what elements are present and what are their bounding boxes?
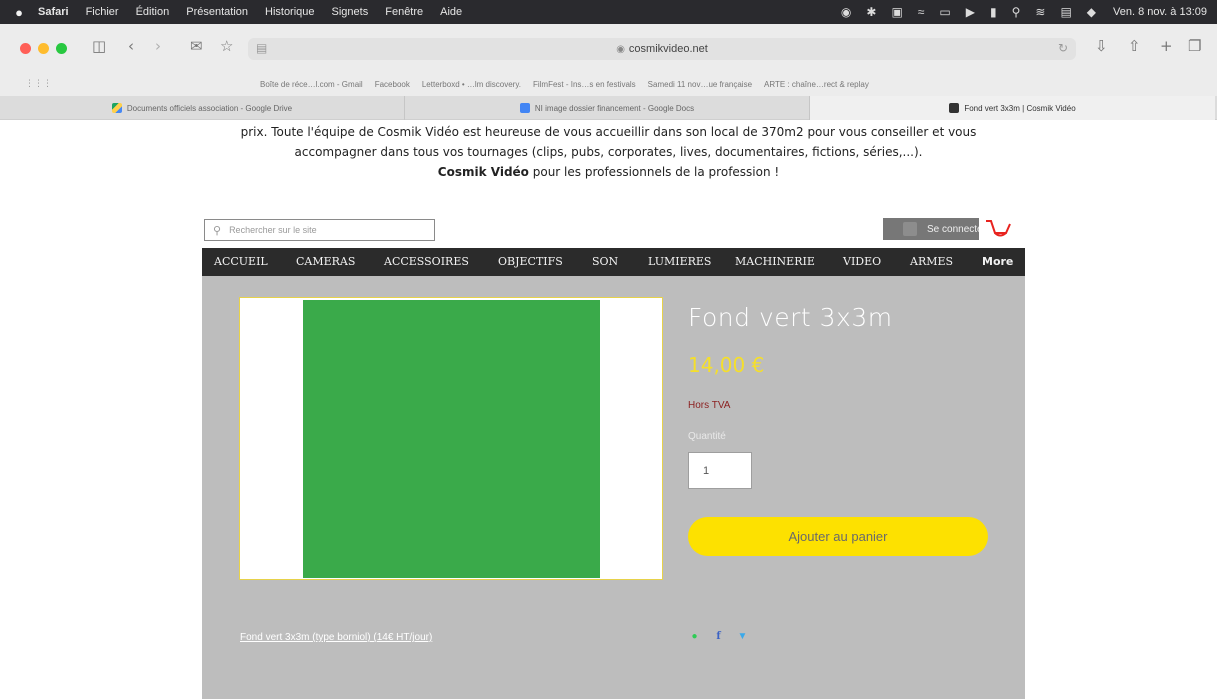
tab-overview-icon[interactable]: ❐ xyxy=(1188,37,1201,55)
search-icon: ⚲ xyxy=(213,223,222,237)
menu-fenetre[interactable]: Fenêtre xyxy=(385,6,423,18)
new-tab-icon[interactable]: + xyxy=(1160,37,1173,55)
nav-cameras[interactable]: CAMERAS xyxy=(296,255,355,268)
nav-objectifs[interactable]: OBJECTIFS xyxy=(498,255,563,268)
reload-icon[interactable]: ↻ xyxy=(1058,41,1068,55)
product-image[interactable] xyxy=(239,297,663,580)
google-drive-icon xyxy=(111,103,122,113)
menu-historique[interactable]: Historique xyxy=(265,6,315,18)
favorite-facebook[interactable]: Facebook xyxy=(375,80,410,89)
window-controls xyxy=(20,43,67,54)
green-screen-image xyxy=(303,300,600,578)
share-buttons: ● f ▼ xyxy=(688,630,749,643)
menu-signets[interactable]: Signets xyxy=(332,6,369,18)
menu-aide[interactable]: Aide xyxy=(440,6,462,18)
menu-presentation[interactable]: Présentation xyxy=(186,6,248,18)
favorites-bar: ⋮⋮⋮ Boîte de réce…l.com - Gmail Facebook… xyxy=(0,72,1217,96)
lock-icon: ◉ xyxy=(616,43,625,55)
zoom-window-button[interactable] xyxy=(56,43,67,54)
tax-note: Hors TVA xyxy=(688,400,731,411)
favorite-filmfest[interactable]: FilmFest - Ins…s en festivals xyxy=(533,80,636,89)
download-icon[interactable]: ⇩ xyxy=(1095,37,1108,55)
star-icon[interactable]: ☆ xyxy=(220,37,233,55)
intro-line-1: prix. Toute l'équipe de Cosmik Vidéo est… xyxy=(240,125,977,139)
intro-line-2: accompagner dans tous vos tournages (cli… xyxy=(294,145,923,159)
avatar xyxy=(903,222,917,236)
whatsapp-icon[interactable]: ● xyxy=(688,630,701,643)
forward-icon[interactable]: › xyxy=(155,37,161,55)
tab-cosmik-active[interactable]: Fond vert 3x3m | Cosmik Vidéo xyxy=(810,96,1215,120)
sidebar-icon[interactable]: ◫ xyxy=(92,37,106,55)
product-description-link[interactable]: Fond vert 3x3m (type borniol) (14€ HT/jo… xyxy=(240,632,432,643)
product-price: 14,00 € xyxy=(688,353,765,377)
spotlight-search-icon[interactable]: ⚲ xyxy=(1012,5,1021,19)
intro-line-3: Cosmik Vidéo pour les professionnels de … xyxy=(150,162,1067,182)
intro-text: prix. Toute l'équipe de Cosmik Vidéo est… xyxy=(150,122,1067,182)
nav-machinerie[interactable]: MACHINERIE xyxy=(735,255,815,268)
product-title: Fond vert 3x3m xyxy=(688,303,893,332)
nav-lumieres[interactable]: LUMIERES xyxy=(648,255,711,268)
nav-accessoires[interactable]: ACCESSOIRES xyxy=(384,255,469,268)
display-icon[interactable]: ▭ xyxy=(939,5,950,19)
search-placeholder: Rechercher sur le site xyxy=(229,225,317,235)
url-text: cosmikvideo.net xyxy=(628,43,708,55)
main-nav: ACCUEIL CAMERAS ACCESSOIRES OBJECTIFS SO… xyxy=(202,248,1025,276)
tab-title: NI image dossier financement - Google Do… xyxy=(534,103,695,113)
twitter-icon[interactable]: ▼ xyxy=(736,630,749,643)
back-icon[interactable]: ‹ xyxy=(128,37,134,55)
intro-line-3-rest: pour les professionnels de la profession… xyxy=(528,165,780,179)
menu-edition[interactable]: Édition xyxy=(136,6,170,18)
wifi-icon[interactable]: ≋ xyxy=(1035,5,1045,19)
app-status-icon-2[interactable]: ✱ xyxy=(866,5,876,19)
mail-icon[interactable]: ✉ xyxy=(190,37,203,55)
app-status-icon-3[interactable]: ▣ xyxy=(891,5,902,19)
app-status-icon[interactable]: ◉ xyxy=(841,5,851,19)
quantity-value: 1 xyxy=(703,464,710,477)
control-center-icon[interactable]: ▤ xyxy=(1060,5,1071,19)
favorite-gmail[interactable]: Boîte de réce…l.com - Gmail xyxy=(260,80,363,89)
app-status-icon-4[interactable]: ≈ xyxy=(918,5,925,19)
intro-brand: Cosmik Vidéo xyxy=(437,165,529,179)
quantity-input[interactable]: 1 xyxy=(688,452,752,489)
tab-title: Fond vert 3x3m | Cosmik Vidéo xyxy=(964,103,1076,113)
nav-more[interactable]: More xyxy=(982,255,1013,268)
tab-title: Documents officiels association - Google… xyxy=(126,103,293,113)
menu-clock[interactable]: Ven. 8 nov. à 13:09 xyxy=(1113,6,1207,18)
tab-google-drive[interactable]: Documents officiels association - Google… xyxy=(0,96,405,120)
siri-icon[interactable]: ◆ xyxy=(1087,5,1096,19)
nav-video[interactable]: VIDEO xyxy=(843,255,881,268)
nav-accueil[interactable]: ACCUEIL xyxy=(214,255,268,268)
favorite-samedi[interactable]: Samedi 11 nov…ue française xyxy=(648,80,752,89)
login-button[interactable]: Se connecter xyxy=(883,218,979,240)
add-to-cart-button[interactable]: Ajouter au panier xyxy=(688,517,988,556)
nav-armes[interactable]: ARMES xyxy=(910,255,953,268)
address-bar[interactable]: ▤ ◉ cosmikvideo.net ↻ xyxy=(248,38,1076,60)
nav-son[interactable]: SON xyxy=(592,255,618,268)
favorites-grid-icon[interactable]: ⋮⋮⋮ xyxy=(25,79,52,89)
volume-icon[interactable]: ▶ xyxy=(966,5,975,19)
apple-logo-icon[interactable]: ● xyxy=(0,5,38,20)
quantity-label: Quantité xyxy=(688,431,726,442)
tab-bar: Documents officiels association - Google… xyxy=(0,96,1217,120)
status-icons: ◉ ✱ ▣ ≈ ▭ ▶ ▮ ⚲ ≋ ▤ ◆ Ven. 8 nov. à 13:0… xyxy=(841,0,1207,24)
safari-toolbar: ◫ ‹ › ✉ ☆ ▤ ◉ cosmikvideo.net ↻ ⇩ ⇧ + ❐ xyxy=(0,24,1217,72)
cart-icon[interactable] xyxy=(984,216,1012,242)
cosmik-favicon xyxy=(949,103,960,113)
reader-icon[interactable]: ▤ xyxy=(256,41,267,55)
menu-fichier[interactable]: Fichier xyxy=(86,6,119,18)
tab-google-docs[interactable]: NI image dossier financement - Google Do… xyxy=(405,96,810,120)
facebook-icon[interactable]: f xyxy=(712,630,725,643)
product-section: Fond vert 3x3m 14,00 € Hors TVA Quantité… xyxy=(202,276,1025,699)
google-docs-icon xyxy=(519,103,530,113)
minimize-window-button[interactable] xyxy=(38,43,49,54)
battery-icon[interactable]: ▮ xyxy=(990,5,997,19)
site-search-input[interactable]: ⚲ Rechercher sur le site xyxy=(204,219,435,241)
login-label: Se connecter xyxy=(927,223,979,235)
favorite-letterboxd[interactable]: Letterboxd • …lm discovery. xyxy=(422,80,521,89)
macos-menu-bar: ● Safari Fichier Édition Présentation Hi… xyxy=(0,0,1217,24)
close-window-button[interactable] xyxy=(20,43,31,54)
share-icon[interactable]: ⇧ xyxy=(1128,37,1141,55)
favorite-arte[interactable]: ARTE : chaîne…rect & replay xyxy=(764,80,869,89)
menu-safari[interactable]: Safari xyxy=(38,6,69,18)
